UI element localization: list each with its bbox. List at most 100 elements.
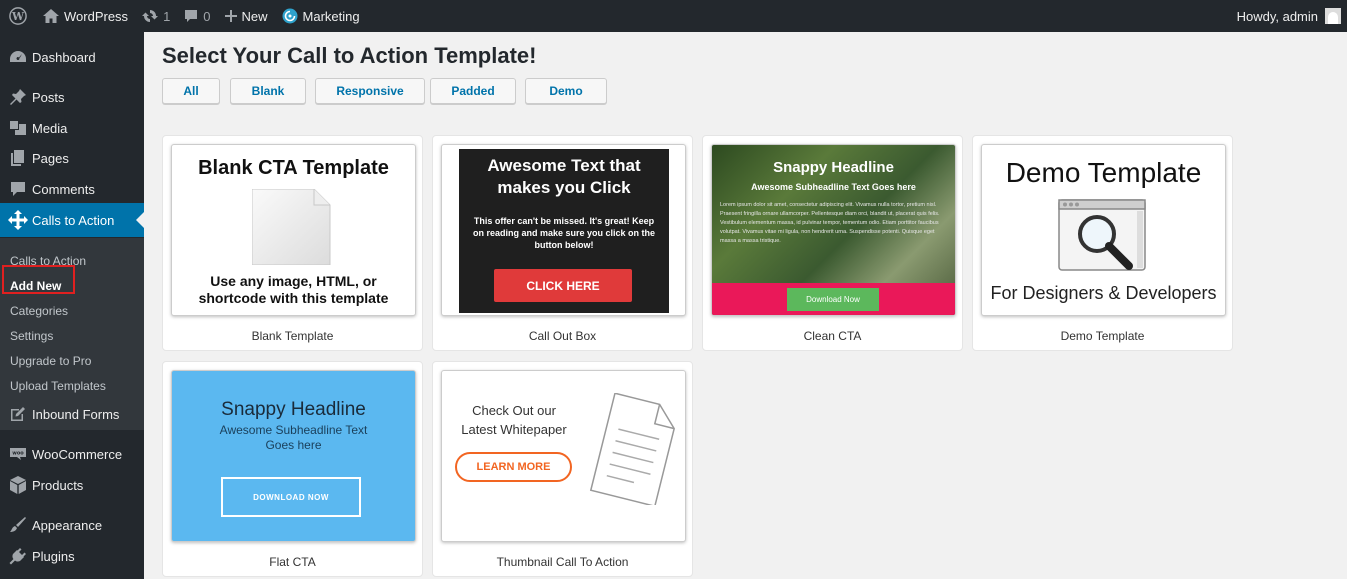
template-preview-demo[interactable]: Demo Template For Designers & Developers — [981, 144, 1226, 316]
flat-sub-line1: Awesome Subheadline Text — [219, 423, 368, 437]
submenu-upgrade-to-pro[interactable]: Upgrade to Pro — [10, 354, 91, 368]
sidebar-item-media[interactable]: Media — [0, 111, 144, 145]
thumbnail-learn-more-button: LEARN MORE — [455, 452, 572, 482]
sidebar-item-appearance[interactable]: Appearance — [0, 508, 144, 542]
clean-button-bar: Download Now — [712, 283, 955, 315]
clean-body: Lorem ipsum dolor sit amet, consectetur … — [720, 202, 940, 244]
sidebar-item-inbound-forms[interactable]: Inbound Forms — [0, 397, 144, 431]
template-preview-call-out-box[interactable]: Awesome Text that makes you Click This o… — [441, 144, 686, 316]
sidebar-item-label: Media — [32, 120, 68, 136]
submenu-settings[interactable]: Settings — [10, 329, 53, 343]
sidebar-item-plugins[interactable]: Plugins — [0, 539, 144, 573]
marketing-link[interactable]: Marketing — [275, 0, 367, 32]
sidebar-item-label: Plugins — [32, 548, 75, 564]
comment-icon — [0, 181, 32, 197]
clean-heading: Snappy Headline — [773, 159, 894, 176]
media-icon — [0, 119, 32, 137]
flat-download-button: DOWNLOAD NOW — [221, 477, 361, 517]
document-icon — [251, 188, 332, 268]
sidebar-item-dashboard[interactable]: Dashboard — [0, 40, 144, 74]
template-label-blank: Blank Template — [251, 329, 334, 343]
sidebar-item-pages[interactable]: Pages — [0, 141, 144, 175]
my-account-link[interactable]: Howdy, admin — [1230, 0, 1347, 32]
sidebar-item-label: Posts — [32, 89, 65, 105]
page-title: Select Your Call to Action Template! — [162, 43, 537, 68]
svg-text:woo: woo — [12, 451, 24, 457]
template-card-call-out-box[interactable]: Awesome Text that makes you Click This o… — [432, 135, 693, 351]
filter-all-button[interactable]: All — [162, 78, 220, 104]
box-icon — [0, 476, 32, 494]
dashboard-icon — [0, 48, 32, 66]
comments-link[interactable]: 0 — [177, 0, 217, 32]
sidebar-item-label: Dashboard — [32, 49, 96, 65]
sidebar-item-label: Pages — [32, 150, 69, 166]
submenu-upload-templates[interactable]: Upload Templates — [10, 379, 106, 393]
marketing-label: Marketing — [302, 8, 360, 24]
thumbnail-heading-line2: Latest Whitepaper — [461, 422, 567, 437]
sidebar-item-label: Comments — [32, 181, 95, 197]
svg-text:W: W — [11, 10, 25, 23]
demo-heading: Demo Template — [1005, 157, 1202, 188]
marketing-icon — [282, 8, 298, 24]
sidebar-item-calls-to-action[interactable]: Calls to Action — [0, 203, 144, 237]
flat-sub-line2: Goes here — [265, 438, 322, 452]
filter-padded-button[interactable]: Padded — [430, 78, 516, 104]
blank-text-line2: shortcode with this template — [198, 290, 389, 306]
wordpress-logo-icon: W — [9, 7, 27, 25]
new-label: New — [241, 8, 268, 24]
template-label-flat-cta: Flat CTA — [269, 555, 316, 569]
sidebar-item-comments[interactable]: Comments — [0, 172, 144, 206]
site-name-link[interactable]: WordPress — [36, 0, 135, 32]
sidebar-item-products[interactable]: Products — [0, 468, 144, 502]
callout-heading-line1: Awesome Text that — [487, 156, 641, 175]
add-new-highlight — [2, 265, 75, 294]
flat-subheading: Awesome Subheadline Text Goes here — [172, 423, 415, 453]
sidebar-item-label: Inbound Forms — [32, 406, 120, 422]
brush-icon — [0, 516, 32, 534]
filter-blank-button[interactable]: Blank — [230, 78, 306, 104]
template-preview-clean-cta[interactable]: Snappy Headline Awesome Subheadline Text… — [711, 144, 956, 316]
thumbnail-heading: Check Out our Latest Whitepaper — [450, 401, 578, 439]
comment-icon — [184, 9, 198, 23]
template-preview-blank[interactable]: Blank CTA Template Use any image, HTML, … — [171, 144, 416, 316]
filter-responsive-button[interactable]: Responsive — [315, 78, 425, 104]
thumbnail-heading-line1: Check Out our — [472, 403, 556, 418]
callout-heading: Awesome Text that makes you Click — [459, 155, 669, 199]
clean-subheading: Awesome Subheadline Text Goes here — [751, 182, 916, 192]
sidebar-item-label: WooCommerce — [32, 446, 123, 462]
sidebar-item-posts[interactable]: Posts — [0, 80, 144, 114]
sidebar-item-label: Calls to Action — [32, 212, 115, 228]
template-card-thumbnail-cta[interactable]: Check Out our Latest Whitepaper LEARN MO… — [432, 361, 693, 577]
sidebar-item-woocommerce[interactable]: woo WooCommerce — [0, 437, 144, 471]
move-icon — [0, 210, 32, 230]
template-preview-thumbnail-cta[interactable]: Check Out our Latest Whitepaper LEARN MO… — [441, 370, 686, 542]
updates-count: 1 — [163, 8, 171, 24]
new-content-link[interactable]: New — [218, 0, 275, 32]
callout-heading-line2: makes you Click — [497, 178, 631, 197]
template-label-clean-cta: Clean CTA — [803, 329, 862, 343]
avatar — [1325, 8, 1341, 24]
pages-icon — [0, 149, 32, 167]
plus-icon — [224, 10, 237, 22]
template-card-demo[interactable]: Demo Template For Designers & Developers… — [972, 135, 1233, 351]
updates-link[interactable]: 1 — [135, 0, 177, 32]
pin-icon — [0, 88, 32, 106]
woo-icon: woo — [0, 447, 32, 461]
filter-demo-button[interactable]: Demo — [525, 78, 607, 104]
wordpress-logo-button[interactable]: W — [0, 0, 36, 32]
edit-icon — [0, 406, 32, 422]
template-preview-flat-cta[interactable]: Snappy Headline Awesome Subheadline Text… — [171, 370, 416, 542]
howdy-text: Howdy, admin — [1236, 8, 1318, 24]
template-card-flat-cta[interactable]: Snappy Headline Awesome Subheadline Text… — [162, 361, 423, 577]
template-card-blank[interactable]: Blank CTA Template Use any image, HTML, … — [162, 135, 423, 351]
update-icon — [142, 8, 159, 24]
callout-click-here-button: CLICK HERE — [494, 269, 632, 302]
template-label-demo: Demo Template — [1060, 329, 1145, 343]
site-name: WordPress — [64, 8, 129, 24]
comments-count: 0 — [203, 8, 211, 24]
whitepaper-document-icon — [582, 392, 682, 508]
demo-subheading: For Designers & Developers — [990, 283, 1217, 303]
template-card-clean-cta[interactable]: Snappy Headline Awesome Subheadline Text… — [702, 135, 963, 351]
submenu-categories[interactable]: Categories — [10, 304, 68, 318]
clean-download-button: Download Now — [787, 288, 879, 311]
